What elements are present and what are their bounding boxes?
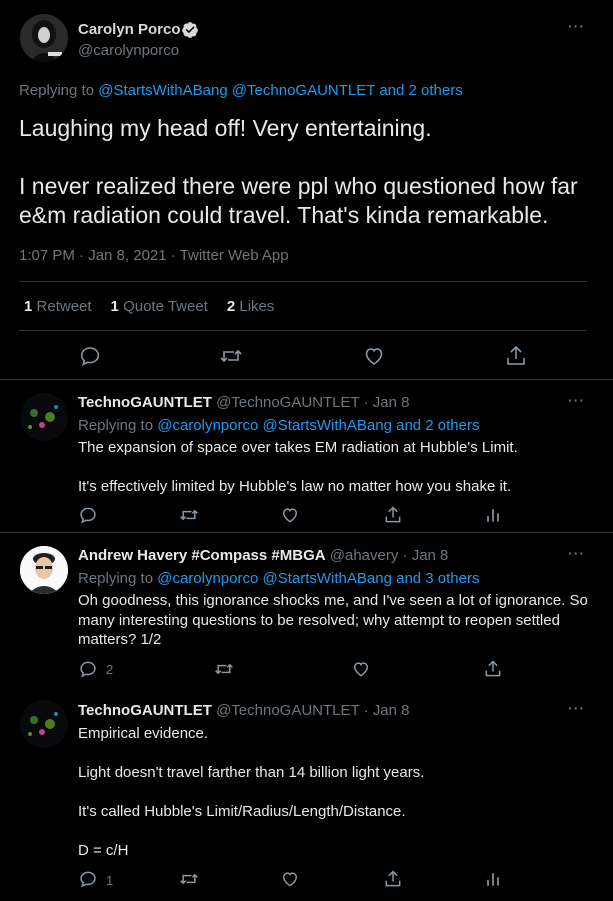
reply-tweet[interactable]: TechnoGAUNTLET @TechnoGAUNTLET · Jan 8 ·… [0,688,613,901]
reply-text: Oh goodness, this ignorance shocks me, a… [78,592,588,648]
tweet-text-line: Laughing my head off! Very entertaining. [19,115,432,141]
retweet-icon[interactable] [179,505,199,525]
more-options-icon[interactable]: ··· [568,700,585,716]
more-options-icon[interactable]: ··· [568,18,585,34]
reply-author[interactable]: TechnoGAUNTLET @TechnoGAUNTLET · Jan 8 [78,394,409,411]
reply-count: 2 [106,662,114,677]
reply-author-handle[interactable]: @TechnoGAUNTLET [216,702,359,719]
replying-to: Replying to @carolynporco @StartsWithABa… [78,417,480,434]
share-icon[interactable] [383,869,403,889]
verified-badge-icon [182,22,198,38]
author-avatar[interactable] [20,14,68,62]
reply-author-handle[interactable]: @ahavery [330,547,399,564]
reply-author-name[interactable]: TechnoGAUNTLET [78,702,212,719]
analytics-icon[interactable] [483,505,503,525]
analytics-icon[interactable] [483,869,503,889]
divider [19,281,587,282]
reply-author-name[interactable]: TechnoGAUNTLET [78,394,212,411]
reply-avatar[interactable] [20,546,68,594]
tweet-timestamp[interactable]: 1:07 PM · Jan 8, 2021 · Twitter Web App [19,247,289,264]
replying-to-links[interactable]: @StartsWithABang @TechnoGAUNTLET and 2 o… [98,82,463,99]
reply-tweet[interactable]: TechnoGAUNTLET @TechnoGAUNTLET · Jan 8 ·… [0,381,613,533]
reply-avatar[interactable] [20,700,68,748]
like-icon[interactable] [362,344,386,368]
reply-author-name[interactable]: Andrew Havery #Compass #MBGA [78,547,326,564]
retweet-icon[interactable] [214,659,234,679]
reply-date[interactable]: Jan 8 [373,702,410,719]
share-icon[interactable] [504,344,528,368]
reply-tweet[interactable]: Andrew Havery #Compass #MBGA @ahavery · … [0,534,613,688]
replying-to: Replying to @carolynporco @StartsWithABa… [78,570,480,587]
reply-icon[interactable] [78,659,98,679]
retweet-icon[interactable] [219,344,243,368]
reply-text: Empirical evidence. Light doesn't travel… [78,725,425,859]
author-name[interactable]: Carolyn Porco [78,21,181,38]
reply-icon[interactable] [78,344,102,368]
share-icon[interactable] [483,659,503,679]
tweet-text: Laughing my head off! Very entertaining.… [19,114,599,230]
reply-avatar[interactable] [20,393,68,441]
replying-to-links[interactable]: @carolynporco @StartsWithABang and 3 oth… [157,570,479,587]
more-options-icon[interactable]: ··· [568,392,585,408]
share-icon[interactable] [383,505,403,525]
quote-tweets-stat[interactable]: 1 Quote Tweet [111,298,208,315]
like-icon[interactable] [280,505,300,525]
divider [19,330,587,331]
like-icon[interactable] [280,869,300,889]
like-icon[interactable] [351,659,371,679]
reply-date[interactable]: Jan 8 [412,547,449,564]
reply-count: 1 [106,873,114,888]
reply-text: The expansion of space over takes EM rad… [78,439,518,495]
retweet-icon[interactable] [179,869,199,889]
replying-to-links[interactable]: @carolynporco @StartsWithABang and 2 oth… [157,417,479,434]
reply-author[interactable]: TechnoGAUNTLET @TechnoGAUNTLET · Jan 8 [78,702,409,719]
tweet-stats: 1 Retweet 1 Quote Tweet 2 Likes [24,298,274,315]
reply-icon[interactable] [78,869,98,889]
likes-stat[interactable]: 2 Likes [227,298,275,315]
retweets-stat[interactable]: 1 Retweet [24,298,92,315]
reply-author[interactable]: Andrew Havery #Compass #MBGA @ahavery · … [78,547,448,564]
reply-author-handle[interactable]: @TechnoGAUNTLET [216,394,359,411]
more-options-icon[interactable]: ··· [568,545,585,561]
main-tweet: Carolyn Porco @carolynporco ··· Replying… [0,0,613,380]
replying-to: Replying to @StartsWithABang @TechnoGAUN… [19,82,463,99]
author-handle[interactable]: @carolynporco [78,42,179,59]
reply-icon[interactable] [78,505,98,525]
tweet-text-line: I never realized there were ppl who ques… [19,173,578,228]
replying-prefix: Replying to [19,82,99,99]
reply-date[interactable]: Jan 8 [373,394,410,411]
